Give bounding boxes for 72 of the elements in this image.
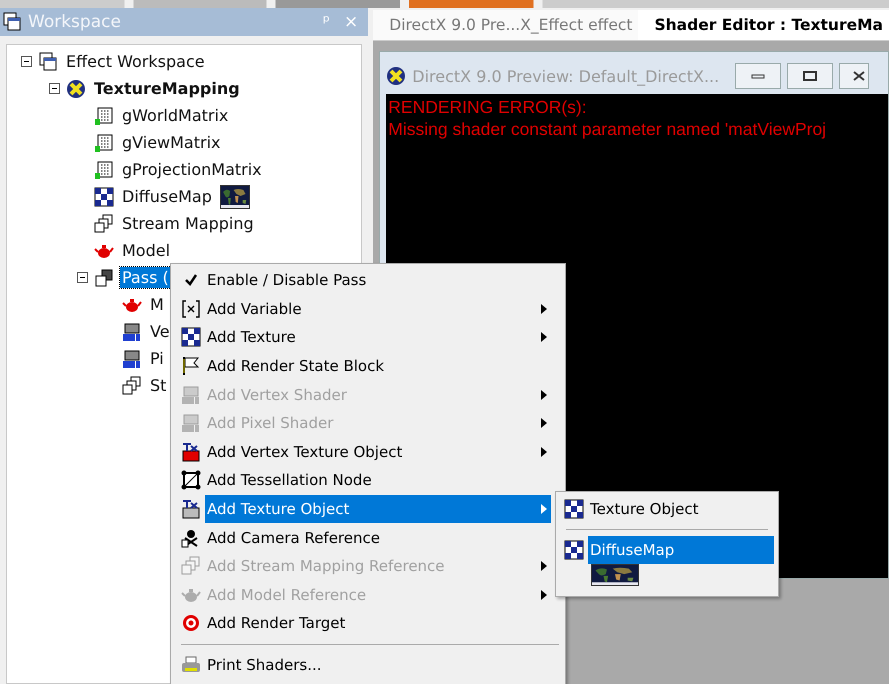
tree-item[interactable]: gWorldMatrix xyxy=(120,105,230,126)
checker-icon xyxy=(94,186,114,206)
submenu-arrow-icon xyxy=(541,561,547,572)
maximize-button[interactable] xyxy=(787,63,834,89)
menu-item[interactable]: Add Vertex Texture Object xyxy=(205,438,551,466)
texture-object-icon xyxy=(181,499,201,520)
stack-icon xyxy=(181,556,201,576)
stack-icon xyxy=(122,376,142,396)
shader-icon xyxy=(122,348,142,368)
tree-item[interactable]: Model xyxy=(120,240,172,261)
tree-item[interactable]: gViewMatrix xyxy=(120,132,222,153)
matrix-icon xyxy=(94,132,114,152)
menu-item[interactable]: Texture Object xyxy=(588,495,774,523)
variable-icon xyxy=(181,298,201,319)
error-message: Missing shader constant parameter named 'matViewProj xyxy=(388,118,828,140)
checker-icon xyxy=(564,499,584,519)
menu-item[interactable]: Add Camera Reference xyxy=(205,523,551,552)
flag-icon xyxy=(181,356,201,376)
submenu-arrow-icon xyxy=(541,390,547,400)
collapse-toggle[interactable] xyxy=(21,56,32,67)
shader-icon xyxy=(181,384,201,405)
menu-item[interactable]: Add Render State Block xyxy=(205,352,551,380)
checker-icon xyxy=(564,540,584,560)
menu-item[interactable]: DiffuseMap xyxy=(588,536,774,564)
close-button[interactable] xyxy=(839,63,870,89)
submenu-arrow-icon xyxy=(541,504,547,514)
tree-item[interactable]: M xyxy=(148,294,166,315)
close-icon xyxy=(852,71,866,81)
menu-item[interactable]: Add Texture xyxy=(205,323,551,352)
menu-item[interactable]: Enable / Disable Pass xyxy=(205,266,551,295)
tree-item[interactable]: DiffuseMap xyxy=(120,186,214,207)
effect-icon xyxy=(66,78,86,98)
submenu-arrow-icon xyxy=(541,590,547,600)
tree-item[interactable]: Stream Mapping xyxy=(120,213,256,234)
stack-icon xyxy=(94,214,114,234)
target-icon xyxy=(181,613,201,634)
shader-icon xyxy=(122,322,142,342)
matrix-icon xyxy=(94,106,114,126)
effect-icon xyxy=(386,66,406,86)
submenu-arrow-icon xyxy=(541,332,547,342)
checker-icon xyxy=(181,327,201,348)
texture-object-icon xyxy=(181,442,201,462)
tessellation-icon xyxy=(181,470,201,490)
panel-title: Workspace xyxy=(28,12,122,32)
windows-icon xyxy=(38,52,58,72)
tab[interactable]: Shader Editor : TextureMa xyxy=(638,10,889,40)
collapse-toggle[interactable] xyxy=(49,83,60,94)
tree-item[interactable]: TextureMapping xyxy=(92,78,242,99)
tree-item[interactable]: Pass ( xyxy=(120,267,171,288)
maximize-icon xyxy=(803,71,818,81)
menu-item[interactable]: Add Variable xyxy=(205,294,551,324)
tree-item[interactable]: Ve xyxy=(148,321,172,342)
tree-item[interactable]: gProjectionMatrix xyxy=(120,159,264,180)
tree-item[interactable]: St xyxy=(148,375,168,396)
shader-icon xyxy=(181,413,201,434)
tree-item[interactable]: Effect Workspace xyxy=(64,51,207,72)
submenu-arrow-icon xyxy=(541,446,547,457)
menu-item[interactable]: Print Shaders... xyxy=(205,650,551,680)
menu-item[interactable]: Add Texture Object xyxy=(205,494,551,524)
menu-item[interactable]: Add Tessellation Node xyxy=(205,466,551,495)
minimize-icon xyxy=(751,72,766,80)
matrix-icon xyxy=(94,160,114,180)
error-message: RENDERING ERROR(s): xyxy=(388,96,588,118)
collapse-toggle[interactable] xyxy=(77,272,88,283)
submenu-arrow-icon xyxy=(541,418,547,428)
submenu-arrow-icon xyxy=(541,304,547,314)
pass-icon xyxy=(94,268,114,288)
menu-item[interactable]: Add Render Target xyxy=(205,609,551,638)
window-title: DirectX 9.0 Preview: Default_DirectX... xyxy=(412,66,720,86)
tree-item[interactable]: Pi xyxy=(148,348,166,369)
windows-icon xyxy=(2,12,22,32)
minimize-button[interactable] xyxy=(735,63,782,89)
